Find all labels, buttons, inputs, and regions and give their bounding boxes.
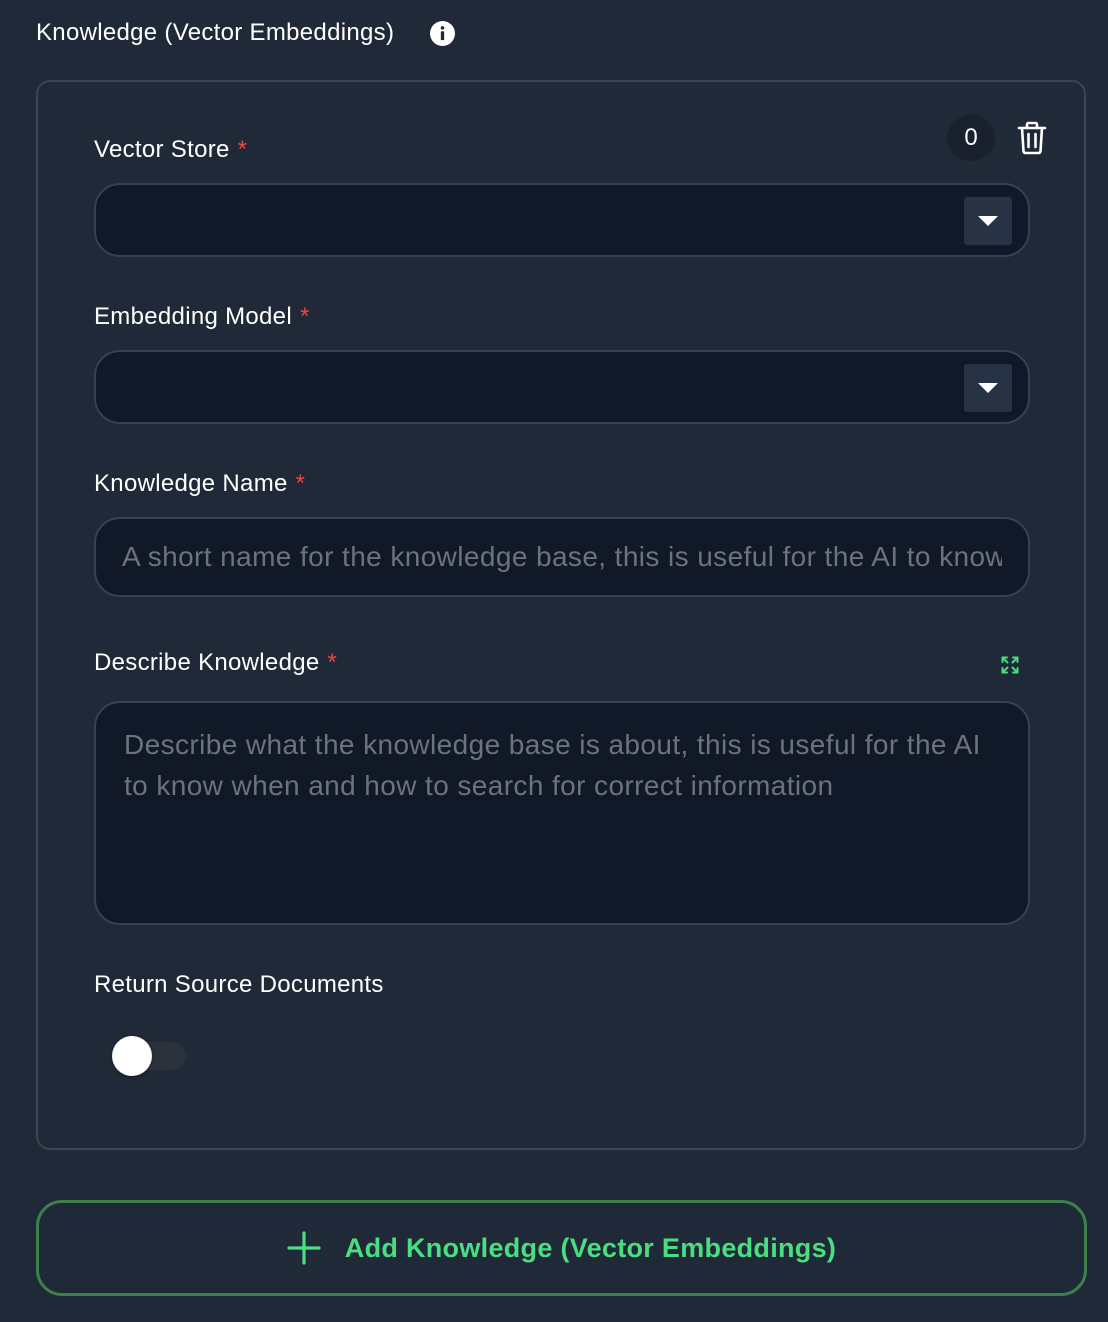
vector-store-label-text: Vector Store bbox=[94, 136, 230, 163]
vector-store-label: Vector Store * bbox=[94, 136, 247, 164]
chevron-down-icon bbox=[978, 216, 998, 226]
return-source-documents-label-text: Return Source Documents bbox=[94, 971, 384, 998]
required-marker: * bbox=[327, 649, 338, 676]
required-marker: * bbox=[299, 303, 310, 330]
embedding-model-label: Embedding Model * bbox=[94, 303, 310, 331]
info-icon[interactable] bbox=[430, 20, 456, 46]
knowledge-panel: Knowledge (Vector Embeddings) 0 Vector S… bbox=[0, 0, 1108, 1322]
required-marker: * bbox=[237, 136, 248, 163]
toggle-thumb bbox=[112, 1036, 152, 1076]
plus-icon bbox=[287, 1231, 321, 1265]
knowledge-name-label-text: Knowledge Name bbox=[94, 470, 288, 497]
describe-knowledge-textarea[interactable] bbox=[94, 701, 1030, 925]
expand-icon[interactable] bbox=[998, 653, 1022, 677]
item-index-badge: 0 bbox=[947, 115, 995, 161]
return-source-documents-toggle[interactable] bbox=[112, 1036, 186, 1076]
add-knowledge-label: Add Knowledge (Vector Embeddings) bbox=[344, 1232, 837, 1263]
vector-store-select[interactable] bbox=[94, 183, 1030, 257]
describe-knowledge-label-text: Describe Knowledge bbox=[94, 649, 320, 676]
describe-knowledge-label: Describe Knowledge * bbox=[94, 649, 337, 677]
knowledge-name-input[interactable] bbox=[94, 517, 1030, 597]
required-marker: * bbox=[295, 470, 306, 497]
section-title: Knowledge (Vector Embeddings) bbox=[36, 19, 395, 46]
embedding-model-label-text: Embedding Model bbox=[94, 303, 292, 330]
chevron-down-icon bbox=[978, 383, 998, 393]
section-header: Knowledge (Vector Embeddings) bbox=[36, 14, 456, 52]
vector-store-dropdown-button[interactable] bbox=[964, 197, 1012, 245]
trash-icon bbox=[1017, 121, 1047, 155]
add-knowledge-button[interactable]: Add Knowledge (Vector Embeddings) bbox=[36, 1200, 1087, 1296]
embedding-model-dropdown-button[interactable] bbox=[964, 364, 1012, 412]
embedding-model-select[interactable] bbox=[94, 350, 1030, 424]
return-source-documents-label: Return Source Documents bbox=[94, 971, 384, 999]
delete-button[interactable] bbox=[1012, 117, 1052, 159]
knowledge-name-label: Knowledge Name * bbox=[94, 470, 305, 498]
